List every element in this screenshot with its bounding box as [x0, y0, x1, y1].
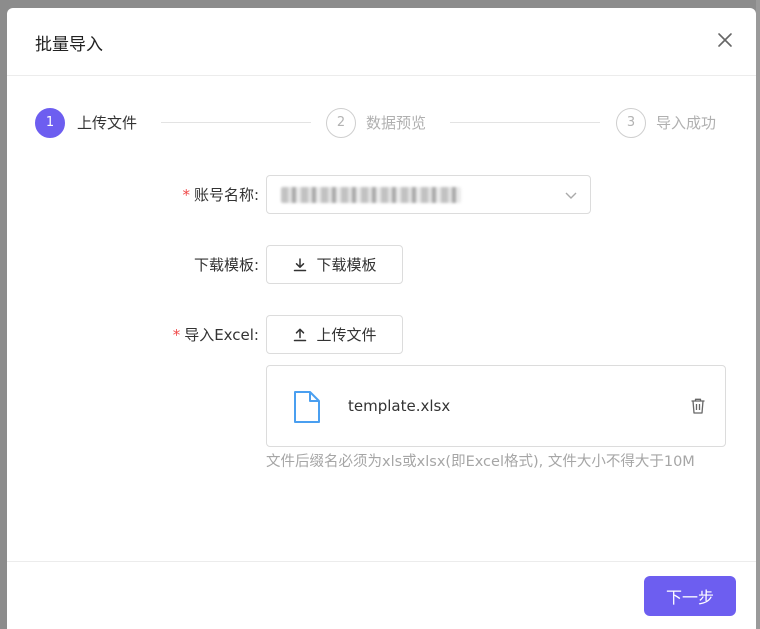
account-select[interactable]: [266, 175, 591, 214]
close-icon: [718, 33, 732, 47]
step-1-label: 上传文件: [77, 114, 138, 132]
file-name: template.xlsx: [348, 397, 451, 415]
upload-hint: 文件后缀名必须为xls或xlsx(即Excel格式), 文件大小不得大于10M: [266, 454, 695, 470]
import-label: * 导入Excel:: [107, 325, 259, 345]
account-label: * 账号名称:: [107, 185, 259, 205]
batch-import-dialog: 批量导入 1 上传文件 2 数据预览 3 导入成功 * 账号名称: 下载模板: 下…: [7, 8, 756, 629]
upload-icon: [294, 328, 307, 341]
account-label-text: 账号名称:: [193, 186, 259, 204]
step-2-circle: 2: [326, 108, 356, 138]
import-label-text: 导入Excel:: [184, 326, 259, 344]
required-marker: *: [172, 326, 181, 344]
download-template-button[interactable]: 下载模板: [266, 245, 403, 284]
close-button[interactable]: [714, 29, 736, 51]
backdrop-edge: [756, 0, 760, 629]
trash-icon[interactable]: [689, 397, 707, 415]
dialog-footer: 下一步: [7, 561, 756, 629]
dialog-header: 批量导入: [7, 8, 756, 76]
step-connector: [450, 122, 600, 123]
uploaded-file-card: template.xlsx: [266, 365, 726, 447]
step-3-label: 导入成功: [656, 114, 717, 132]
template-label: 下载模板:: [193, 256, 259, 274]
download-template-label: 下载模板: [316, 256, 377, 274]
download-icon: [294, 257, 307, 271]
step-1-circle: 1: [35, 108, 65, 138]
file-icon: [294, 391, 320, 423]
step-2-label: 数据预览: [366, 114, 427, 132]
account-value-blurred: [281, 187, 461, 203]
steps-indicator: 1 上传文件 2 数据预览 3 导入成功: [35, 108, 735, 138]
upload-file-button[interactable]: 上传文件: [266, 315, 403, 354]
chevron-down-icon: [565, 192, 577, 199]
next-step-button[interactable]: 下一步: [644, 576, 736, 616]
step-3-circle: 3: [616, 108, 646, 138]
dialog-title: 批量导入: [35, 35, 103, 55]
step-connector: [161, 122, 311, 123]
upload-file-label: 上传文件: [316, 326, 377, 344]
required-marker: *: [182, 186, 190, 204]
